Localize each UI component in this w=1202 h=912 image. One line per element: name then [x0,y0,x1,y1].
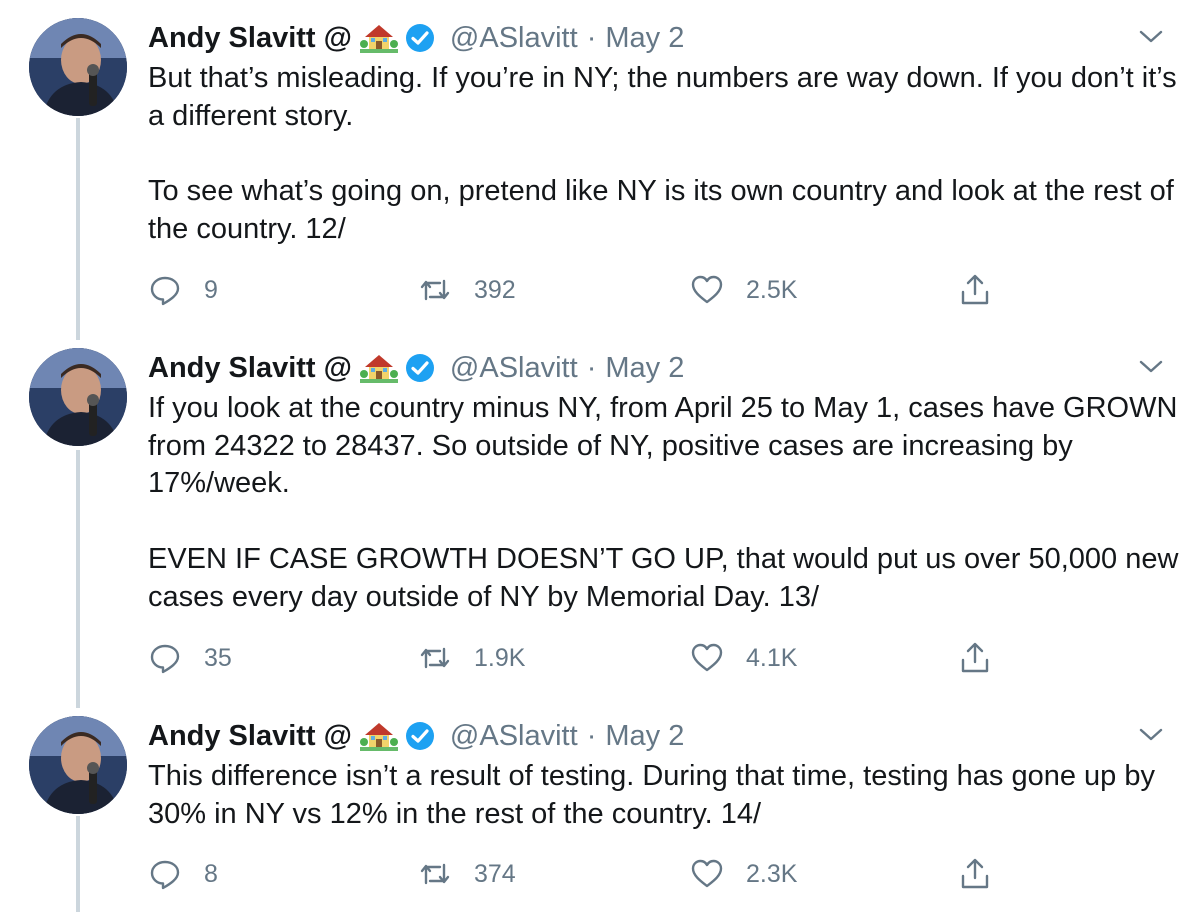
tweet-text: If you look at the country minus NY, fro… [148,392,1179,613]
tweet-date[interactable]: May 2 [605,352,684,385]
heart-icon [691,859,723,888]
share-button[interactable] [958,270,992,310]
heart-icon [691,643,723,672]
avatar[interactable] [29,716,127,814]
retweet-icon [420,279,450,301]
retweet-button[interactable]: 1.9K [418,638,525,678]
like-button[interactable]: 2.3K [690,854,797,894]
like-count: 2.5K [746,275,798,304]
share-icon [961,642,989,673]
author-handle[interactable]: @ASlavitt [450,22,578,55]
tweet[interactable]: Andy Slavitt @ @ASlavitt · May 2 But tha… [0,0,1202,330]
avatar[interactable] [29,18,127,116]
tweet-date[interactable]: May 2 [605,720,684,753]
like-button[interactable]: 2.5K [690,270,797,310]
retweet-count: 392 [474,275,516,304]
reply-count: 35 [204,643,232,672]
verified-badge-icon [404,22,436,54]
avatar[interactable] [29,348,127,446]
retweet-count: 1.9K [474,643,526,672]
retweet-button[interactable]: 392 [418,270,516,310]
tweet-actions: 35 1.9K 4.1K [0,638,1202,678]
reply-button[interactable]: 8 [148,854,218,894]
verified-badge-icon [404,352,436,384]
reply-button[interactable]: 35 [148,638,232,678]
reply-icon [150,644,180,674]
tweet[interactable]: Andy Slavitt @ @ASlavitt · May 2 This di… [0,698,1202,912]
reply-button[interactable]: 9 [148,270,218,310]
author-name[interactable]: Andy Slavitt @ [148,352,352,385]
retweet-count: 374 [474,859,516,888]
share-icon [961,858,989,889]
house-with-garden-icon [359,22,398,54]
separator-dot: · [586,719,597,752]
verified-badge-icon [404,720,436,752]
tweet-date[interactable]: May 2 [605,22,684,55]
author-name[interactable]: Andy Slavitt @ [148,22,352,55]
like-count: 2.3K [746,859,798,888]
tweet-actions: 9 392 2.5K [0,270,1202,310]
reply-icon [150,276,180,306]
author-handle[interactable]: @ASlavitt [450,352,578,385]
retweet-icon [420,863,450,885]
chevron-down-icon[interactable] [1138,358,1164,376]
tweet-text: But that’s misleading. If you’re in NY; … [148,62,1177,245]
reply-icon [150,860,180,890]
like-count: 4.1K [746,643,798,672]
chevron-down-icon[interactable] [1138,28,1164,46]
heart-icon [691,275,723,304]
reply-count: 9 [204,275,218,304]
author-handle[interactable]: @ASlavitt [450,720,578,753]
house-with-garden-icon [359,720,398,752]
house-with-garden-icon [359,352,398,384]
tweet[interactable]: Andy Slavitt @ @ASlavitt · May 2 If you … [0,330,1202,700]
tweet-text: This difference isn’t a result of testin… [148,760,1164,830]
chevron-down-icon[interactable] [1138,726,1164,744]
author-name[interactable]: Andy Slavitt @ [148,720,352,753]
share-button[interactable] [958,638,992,678]
separator-dot: · [586,21,597,54]
retweet-button[interactable]: 374 [418,854,516,894]
like-button[interactable]: 4.1K [690,638,797,678]
share-button[interactable] [958,854,992,894]
share-icon [961,274,989,305]
tweet-actions: 8 374 2.3K [0,854,1202,894]
retweet-icon [420,647,450,669]
separator-dot: · [586,351,597,384]
reply-count: 8 [204,859,218,888]
